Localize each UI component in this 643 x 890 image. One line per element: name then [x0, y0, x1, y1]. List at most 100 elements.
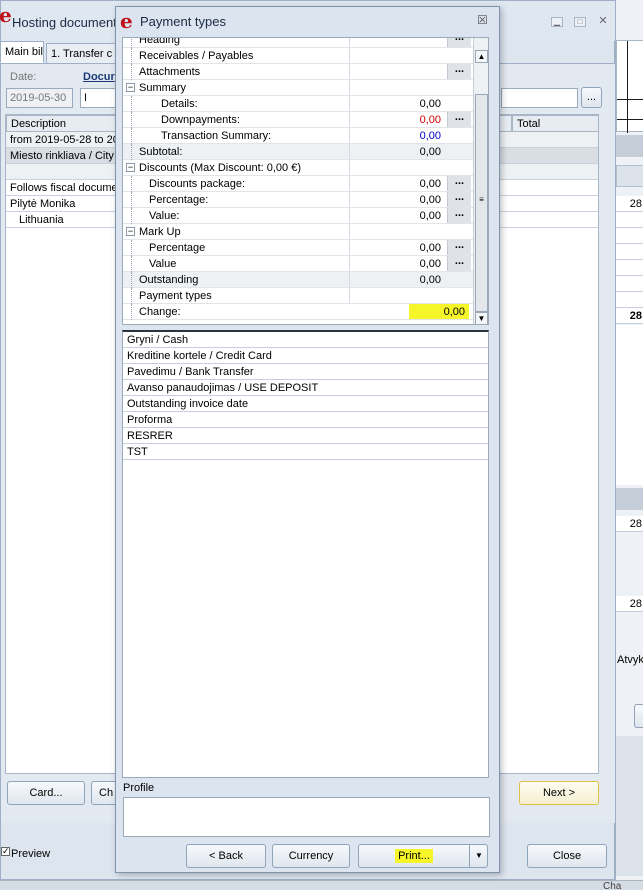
ellipsis-button[interactable]: ...: [447, 176, 471, 191]
tree-row[interactable]: Percentage: 0,00...: [123, 192, 473, 208]
tree-row-label: Value:: [149, 210, 180, 222]
ellipsis-button[interactable]: ...: [447, 64, 471, 79]
tree-line: [131, 240, 132, 256]
app-logo-icon: e: [120, 9, 133, 33]
payment-type-item[interactable]: Pavedimu / Bank Transfer: [123, 364, 488, 380]
tab-transfer[interactable]: 1. Transfer c: [46, 43, 118, 65]
tree-row[interactable]: Transaction Summary: 0,00: [123, 128, 473, 144]
date-label: Date:: [10, 71, 37, 83]
tree-row[interactable]: Value 0,00...: [123, 256, 473, 272]
tree-line: [131, 272, 132, 288]
tree-row-value[interactable]: 0,00: [349, 176, 445, 191]
scroll-down-icon[interactable]: ▼: [475, 312, 488, 324]
tree-row[interactable]: Subtotal: 0,00: [123, 144, 473, 160]
collapse-icon[interactable]: −: [126, 163, 135, 172]
tree-row[interactable]: Details: 0,00: [123, 96, 473, 112]
profile-field[interactable]: [123, 797, 490, 837]
print-button[interactable]: Print... ▼: [358, 844, 488, 868]
currency-button[interactable]: Currency: [272, 844, 350, 868]
right-c-button[interactable]: C: [634, 704, 643, 728]
back-button[interactable]: < Back: [186, 844, 266, 868]
scroll-up-icon[interactable]: ▲: [475, 50, 488, 63]
tree-row-value[interactable]: 0,00: [349, 208, 445, 223]
tree-row[interactable]: − Discounts (Max Discount: 0,00 €): [123, 160, 473, 176]
column-header-description[interactable]: Description: [6, 115, 118, 132]
taskbar-item[interactable]: Cha: [603, 881, 621, 890]
close-icon[interactable]: ✕: [597, 16, 609, 27]
preview-checkbox[interactable]: ✓: [1, 847, 10, 856]
tree-row[interactable]: Change: 0,00: [123, 304, 473, 320]
tree-row-value[interactable]: 0,00: [349, 272, 445, 287]
close-button[interactable]: Close: [527, 844, 607, 868]
tree-line: [131, 64, 132, 80]
payment-type-item[interactable]: Outstanding invoice date: [123, 396, 488, 412]
tree-row-value[interactable]: 0,00: [349, 144, 445, 159]
tree-row-label: Attachments: [139, 66, 201, 78]
print-dropdown-icon[interactable]: ▼: [469, 845, 487, 867]
tree-row[interactable]: Discounts package: 0,00...: [123, 176, 473, 192]
payment-type-item[interactable]: Kreditine kortele / Credit Card: [123, 348, 488, 364]
payment-types-list[interactable]: Gryni / Cash Kreditine kortele / Credit C…: [122, 330, 489, 778]
tree-row[interactable]: Downpayments: 0,00...: [123, 112, 473, 128]
payment-type-item[interactable]: Avanso panaudojimas / USE DEPOSIT: [123, 380, 488, 396]
document-label[interactable]: Docur: [83, 71, 115, 83]
scroll-thumb[interactable]: ≡: [475, 94, 488, 312]
column-header-total[interactable]: Total: [512, 115, 599, 132]
tree-line: [131, 112, 132, 128]
tree-row-label: Percentage: [149, 242, 206, 254]
tree-row-label: Downpayments:: [161, 114, 240, 126]
tree-row-value[interactable]: 0,00: [409, 304, 469, 319]
document-field[interactable]: I: [80, 88, 120, 108]
maximize-icon[interactable]: □: [574, 17, 586, 27]
tree-row[interactable]: Receivables / Payables: [123, 48, 473, 64]
collapse-icon[interactable]: −: [126, 227, 135, 236]
ellipsis-button[interactable]: ...: [447, 208, 471, 223]
close-icon[interactable]: ☒: [477, 13, 488, 27]
ellipsis-button[interactable]: ...: [447, 256, 471, 271]
tree-row-value[interactable]: 0,00: [349, 96, 445, 111]
tree-row-value[interactable]: 0,00: [349, 192, 445, 207]
tree-row[interactable]: Value: 0,00...: [123, 208, 473, 224]
minimize-icon[interactable]: ▁: [551, 17, 563, 27]
taskbar: Cha: [0, 880, 643, 890]
document-tree[interactable]: Heading... Receivables / Payables Attachme…: [122, 37, 489, 325]
browse-button[interactable]: ...: [581, 87, 602, 108]
next-button[interactable]: Next >: [519, 781, 599, 805]
tree-row-value[interactable]: 0,00: [349, 112, 445, 127]
tree-row-label: Percentage:: [149, 194, 209, 206]
right-value: 28: [616, 516, 643, 532]
date-field[interactable]: 2019-05-30: [6, 88, 73, 108]
collapse-icon[interactable]: −: [126, 83, 135, 92]
payment-type-item[interactable]: Gryni / Cash: [123, 332, 488, 348]
tree-row-label: Mark Up: [139, 226, 181, 238]
tree-row[interactable]: Heading...: [123, 38, 473, 48]
tree-row[interactable]: − Summary: [123, 80, 473, 96]
ellipsis-button[interactable]: ...: [447, 112, 471, 127]
tree-row-label: Details:: [161, 98, 198, 110]
tree-line: [131, 144, 132, 160]
tree-row-label: Summary: [139, 82, 187, 94]
ellipsis-button[interactable]: ...: [447, 240, 471, 255]
ellipsis-button[interactable]: ...: [447, 192, 471, 207]
tree-line: [131, 192, 132, 208]
tree-scrollbar[interactable]: ▲ ≡ ▼: [473, 38, 488, 324]
tree-row-value[interactable]: 0,00: [349, 128, 445, 143]
tree-row-value[interactable]: 0,00: [349, 256, 445, 271]
tree-row[interactable]: Percentage 0,00...: [123, 240, 473, 256]
payment-type-item[interactable]: TST: [123, 444, 488, 460]
tree-row[interactable]: Payment types: [123, 288, 473, 304]
tree-row-value[interactable]: 0,00: [349, 240, 445, 255]
app-logo-icon: e: [0, 3, 12, 27]
tree-row[interactable]: − Mark Up: [123, 224, 473, 240]
preview-label: Preview: [11, 848, 51, 860]
document-field-right[interactable]: [501, 88, 578, 108]
ellipsis-button[interactable]: ...: [447, 38, 471, 47]
tree-row[interactable]: Outstanding 0,00: [123, 272, 473, 288]
payment-type-item[interactable]: Proforma: [123, 412, 488, 428]
tree-row[interactable]: Attachments...: [123, 64, 473, 80]
card-button[interactable]: Card...: [7, 781, 85, 805]
payment-type-item[interactable]: RESRER: [123, 428, 488, 444]
tab-main-bill[interactable]: Main bill: [0, 41, 44, 63]
tree-row-label: Transaction Summary:: [161, 130, 272, 142]
tree-row-value: [349, 48, 445, 63]
